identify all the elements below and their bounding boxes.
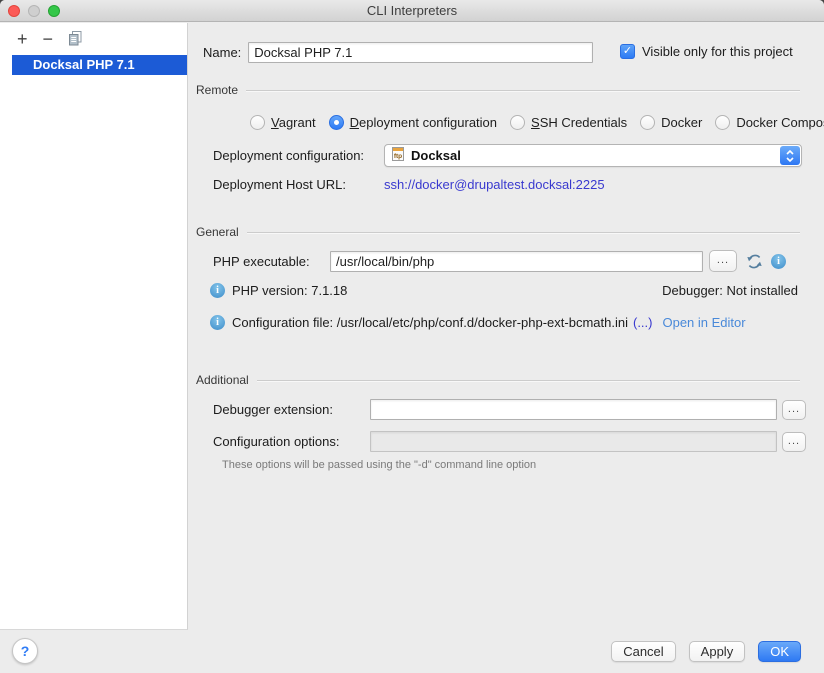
window-title: CLI Interpreters — [0, 0, 824, 21]
configuration-options-label: Configuration options: — [213, 434, 363, 449]
reload-phpinfo-icon[interactable] — [746, 253, 763, 270]
radio-docker-compose[interactable]: Docker Compose — [715, 115, 824, 130]
options-note-text: These options will be passed using the "… — [222, 459, 536, 471]
visible-project-label: Visible only for this project — [642, 44, 793, 59]
chevron-up-down-icon[interactable] — [780, 146, 800, 165]
separator-line — [247, 232, 800, 233]
minimize-button — [28, 5, 40, 17]
open-in-editor-link[interactable]: Open in Editor — [662, 315, 745, 330]
radio-icon — [250, 115, 265, 130]
deployment-config-value: Docksal — [411, 148, 461, 163]
radio-icon — [715, 115, 730, 130]
radio-icon — [640, 115, 655, 130]
interpreter-list-panel: + − Docksal PHP 7.1 — [0, 23, 188, 630]
radio-ssh-credentials[interactable]: SSH Credentials — [510, 115, 627, 130]
list-toolbar: + − — [0, 23, 187, 55]
expand-config-link[interactable]: (...) — [633, 315, 653, 330]
interpreter-settings-panel: Name: ✓ Visible only for this project Re… — [189, 22, 824, 630]
ok-button[interactable]: OK — [758, 641, 801, 662]
info-icon: i — [210, 315, 225, 330]
configuration-options-browse-button[interactable]: ... — [782, 432, 806, 452]
remote-section-label: Remote — [196, 83, 238, 97]
radio-vagrant[interactable]: Vagrant — [250, 115, 316, 130]
ftp-server-icon: ftp — [390, 146, 406, 165]
php-executable-label: PHP executable: — [213, 254, 323, 269]
radio-deployment-configuration[interactable]: Deployment configuration — [329, 115, 497, 130]
separator-line — [257, 380, 800, 381]
dialog-footer: ? Cancel Apply OK — [0, 630, 824, 673]
name-input[interactable] — [248, 42, 593, 63]
separator-line — [246, 90, 800, 91]
debugger-extension-input[interactable] — [370, 399, 777, 420]
info-icon[interactable]: i — [771, 254, 786, 269]
zoom-button[interactable] — [48, 5, 60, 17]
host-url-label: Deployment Host URL: — [213, 177, 384, 192]
svg-text:ftp: ftp — [394, 153, 402, 160]
debugger-extension-label: Debugger extension: — [213, 402, 363, 417]
config-file-text: Configuration file: /usr/local/etc/php/c… — [232, 315, 628, 330]
debugger-status-text: Debugger: Not installed — [662, 283, 798, 298]
title-bar: CLI Interpreters — [0, 0, 824, 22]
deployment-config-label: Deployment configuration: — [213, 148, 364, 163]
info-icon: i — [210, 283, 225, 298]
name-label: Name: — [203, 45, 241, 60]
radio-docker[interactable]: Docker — [640, 115, 702, 130]
cancel-button[interactable]: Cancel — [611, 641, 675, 662]
copy-interpreter-icon[interactable] — [68, 31, 83, 48]
debugger-extension-browse-button[interactable]: ... — [782, 400, 806, 420]
visible-project-checkbox[interactable]: ✓ — [620, 44, 635, 59]
configuration-options-input[interactable] — [370, 431, 777, 452]
remove-interpreter-button[interactable]: − — [43, 31, 54, 47]
general-section-label: General — [196, 225, 239, 239]
cli-interpreters-dialog: CLI Interpreters + − Docksal PHP 7.1 Nam… — [0, 0, 824, 673]
php-executable-input[interactable] — [330, 251, 703, 272]
radio-icon-selected — [329, 115, 344, 130]
radio-icon — [510, 115, 525, 130]
deployment-config-select[interactable]: ftp Docksal — [384, 144, 802, 167]
help-button[interactable]: ? — [12, 638, 38, 664]
php-executable-browse-button[interactable]: ... — [709, 250, 737, 272]
apply-button[interactable]: Apply — [689, 641, 746, 662]
php-version-text: PHP version: 7.1.18 — [232, 283, 347, 298]
host-url-value: ssh://docker@drupaltest.docksal:2225 — [384, 177, 605, 192]
add-interpreter-button[interactable]: + — [17, 31, 28, 47]
list-item-interpreter[interactable]: Docksal PHP 7.1 — [12, 55, 187, 75]
close-button[interactable] — [8, 5, 20, 17]
additional-section-label: Additional — [196, 373, 249, 387]
